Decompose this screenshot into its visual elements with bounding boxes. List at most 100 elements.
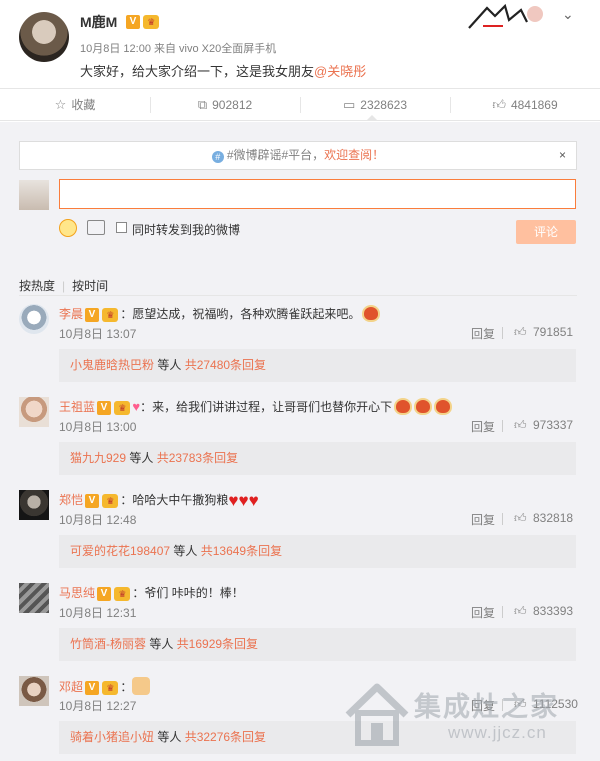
reply-user[interactable]: 可爱的花花198407 <box>70 544 170 558</box>
comment-line: 郑恺 V ♛ ：哈哈大中午撒狗粮♥♥♥ <box>59 491 259 511</box>
rumor-notice: # #微博辟谣#平台，欢迎查阅！ × <box>19 141 577 170</box>
promo-graphic-icon <box>468 3 543 29</box>
comment-input[interactable] <box>59 179 576 209</box>
comment-time: 10月8日 13:07 <box>59 327 137 341</box>
reply-count[interactable]: 共23783条回复 <box>157 451 238 465</box>
like-count: 832818 <box>533 511 574 525</box>
like-button[interactable]: 👍︎ 832818 <box>514 511 573 526</box>
comment-time: 10月8日 13:00 <box>59 420 137 434</box>
current-user-avatar <box>19 180 49 210</box>
commenter-name[interactable]: 邓超 <box>59 680 83 694</box>
reply-button[interactable]: 回复 <box>471 511 495 528</box>
author-name[interactable]: M鹿M <box>80 12 117 32</box>
mention-link[interactable]: @关晓彤 <box>314 64 366 79</box>
favorite-button[interactable]: ☆ 收藏 <box>0 89 150 121</box>
repost-checkbox[interactable] <box>116 222 127 233</box>
comment-line: 邓超 V ♛： <box>59 677 151 695</box>
commenter-name[interactable]: 马思纯 <box>59 586 95 600</box>
commenter-name[interactable]: 郑恺 <box>59 493 83 507</box>
divider <box>502 327 503 339</box>
reply-user[interactable]: 小鬼鹿晗热巴粉 <box>70 358 154 372</box>
vip-crown-icon: ♛ <box>143 14 160 29</box>
post-meta: 10月8日 12:00 来自 vivo X20全面屏手机 <box>80 43 277 55</box>
thumbs-up-icon: 👍︎ <box>514 325 527 339</box>
reply-summary[interactable]: 小鬼鹿晗热巴粉 等人 共27480条回复 <box>59 349 576 382</box>
heart-icon: ♥ <box>248 491 259 510</box>
heart-icon: ♥ <box>132 399 141 414</box>
commenter-avatar[interactable] <box>19 397 49 427</box>
weibo-post: M鹿M V ♛ 10月8日 12:00 来自 vivo X20全面屏手机 大家好… <box>0 0 600 88</box>
reply-count[interactable]: 共27480条回复 <box>185 358 266 372</box>
reply-summary[interactable]: 猫九九929 等人 共23783条回复 <box>59 442 576 475</box>
like-button[interactable]: 👍︎ 4841869 <box>450 89 600 121</box>
submit-comment-button[interactable]: 评论 <box>516 220 576 244</box>
thumbs-up-icon: 👍︎ <box>514 604 527 618</box>
comment-line: 马思纯 V ♛ ：爷们 咔咔的！棒！ <box>59 584 244 601</box>
star-icon: ☆ <box>54 97 67 112</box>
repost-button[interactable]: ⧉ 902812 <box>150 89 300 121</box>
vip-crown-icon: ♛ <box>102 680 119 695</box>
like-button[interactable]: 👍︎ 833393 <box>514 604 573 619</box>
notice-text: #微博辟谣#平台， <box>226 148 325 162</box>
sort-by-time[interactable]: 按时间 <box>72 279 108 293</box>
post-body: 大家好，给大家介绍一下，这是我女朋友 <box>80 64 315 79</box>
comment-count: 2328623 <box>360 98 407 112</box>
commenter-avatar[interactable] <box>19 304 49 334</box>
divider <box>502 420 503 432</box>
reply-summary[interactable]: 竹筒酒-杨丽蓉 等人 共16929条回复 <box>59 628 576 661</box>
vip-crown-icon: ♛ <box>114 400 131 415</box>
site-watermark: 集成灶之家 www.jjcz.cn <box>336 675 600 761</box>
reply-user[interactable]: 竹筒酒-杨丽蓉 <box>70 637 146 651</box>
like-count: 973337 <box>533 418 574 432</box>
reply-button[interactable]: 回复 <box>471 325 495 342</box>
commenter-name[interactable]: 王祖蓝 <box>59 400 95 414</box>
reply-count[interactable]: 共16929条回复 <box>177 637 258 651</box>
sort-options: 按热度 | 按时间 <box>19 277 108 294</box>
thumbs-up-icon: 👍︎ <box>514 511 527 525</box>
comment-time: 10月8日 12:48 <box>59 513 137 527</box>
vip-crown-icon: ♛ <box>102 493 119 508</box>
comment-line: 王祖蓝 V ♛ ♥：来，给我们讲讲过程，让哥哥们也替你开心下 <box>59 398 453 415</box>
reply-mid: 等人 <box>146 637 177 651</box>
reply-count[interactable]: 共13649条回复 <box>201 544 282 558</box>
reply-button[interactable]: 回复 <box>471 418 495 435</box>
reply-summary[interactable]: 可爱的花花198407 等人 共13649条回复 <box>59 535 576 568</box>
reply-user[interactable]: 猫九九929 <box>70 451 126 465</box>
repost-count: 902812 <box>212 98 253 112</box>
commenter-avatar[interactable] <box>19 676 49 706</box>
favorite-label: 收藏 <box>71 98 96 112</box>
reply-user[interactable]: 骑着小猪追小妞 <box>70 730 154 744</box>
emoji-icon <box>434 398 453 415</box>
commenter-name[interactable]: 李晨 <box>59 307 83 321</box>
reply-count[interactable]: 共32276条回复 <box>185 730 266 744</box>
comment-panel: # #微博辟谣#平台，欢迎查阅！ × 同时转发到我的微博 评论 按热度 | 按时间 李… <box>0 122 600 761</box>
active-tab-indicator <box>366 115 378 121</box>
commenter-avatar[interactable] <box>19 490 49 520</box>
like-button[interactable]: 👍︎ 791851 <box>514 325 573 340</box>
reply-mid: 等人 <box>154 358 185 372</box>
author-avatar[interactable] <box>19 12 69 62</box>
like-button[interactable]: 👍︎ 973337 <box>514 418 573 433</box>
like-count: 4841869 <box>510 98 558 112</box>
notice-link[interactable]: 欢迎查阅！ <box>324 148 384 162</box>
verified-badge: V <box>85 307 100 322</box>
divider: | <box>62 279 66 293</box>
divider <box>502 513 503 525</box>
like-count: 791851 <box>533 325 574 339</box>
verified-badge: V <box>85 680 100 695</box>
post-text: 大家好，给大家介绍一下，这是我女朋友@关晓彤 <box>80 61 366 80</box>
divider <box>19 295 577 296</box>
heart-icon: ♥ <box>228 491 239 510</box>
reply-button[interactable]: 回复 <box>471 604 495 621</box>
image-icon[interactable] <box>87 220 105 235</box>
comment-time: 10月8日 12:27 <box>59 699 137 713</box>
emoji-icon[interactable] <box>59 219 77 237</box>
chevron-down-icon[interactable]: ⌄ <box>562 6 574 23</box>
comment-text: ：爷们 咔咔的！棒！ <box>132 586 244 600</box>
close-icon[interactable]: × <box>559 142 566 169</box>
watermark-url: www.jjcz.cn <box>448 723 547 742</box>
sort-by-hot[interactable]: 按热度 <box>19 279 55 293</box>
hash-icon: # <box>211 151 224 163</box>
verified-badge: V <box>97 400 112 415</box>
commenter-avatar[interactable] <box>19 583 49 613</box>
